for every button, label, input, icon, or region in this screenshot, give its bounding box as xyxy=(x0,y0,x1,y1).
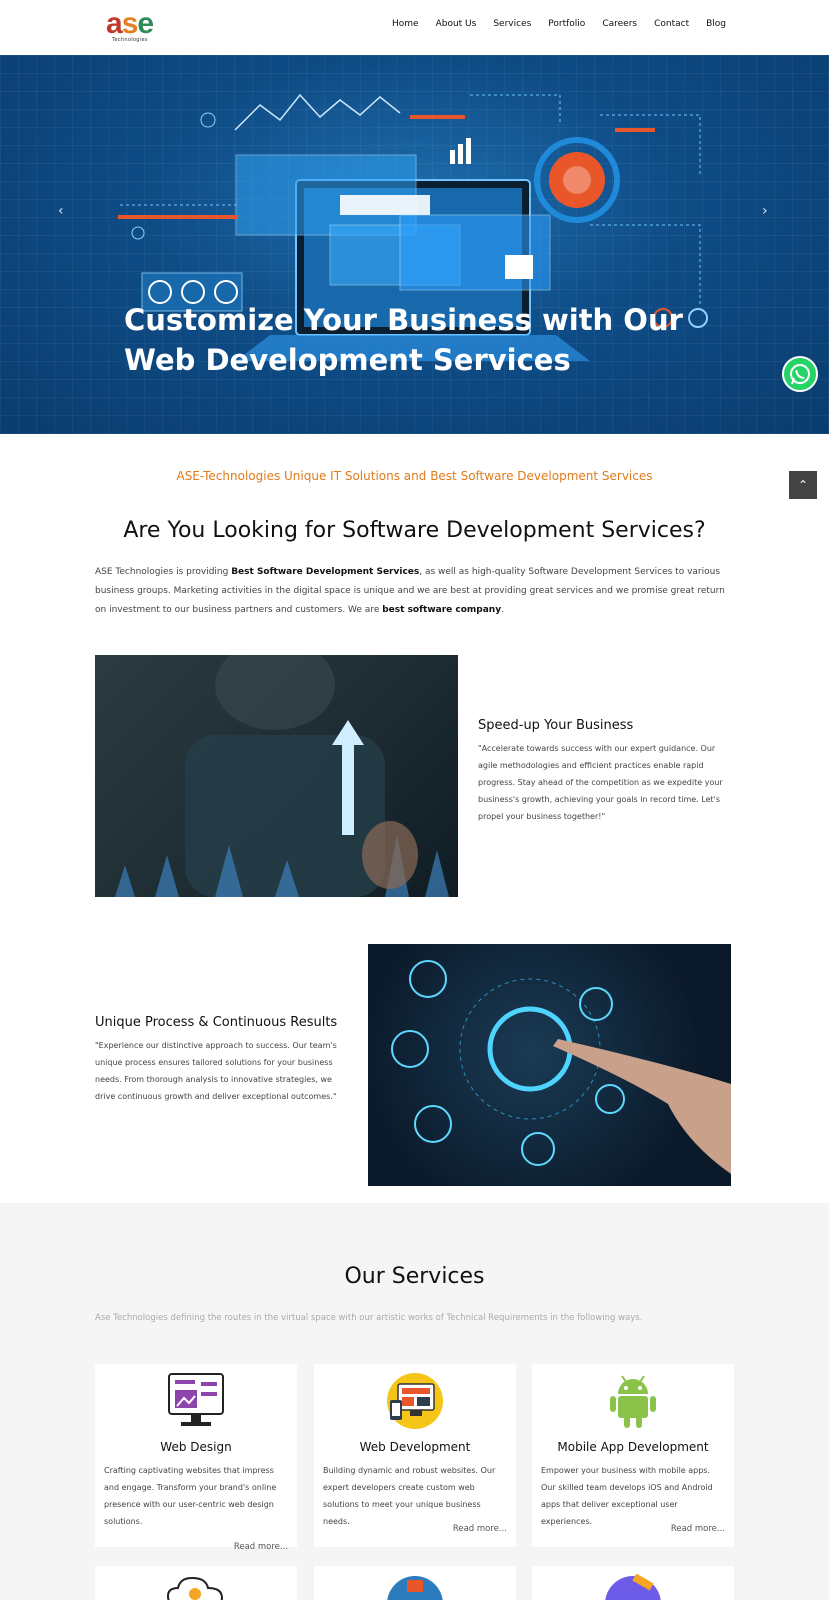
web-development-read-more[interactable]: Read more... xyxy=(453,1524,507,1534)
nav-about-us[interactable]: About Us xyxy=(436,19,477,29)
web-development-title: Web Development xyxy=(359,1440,471,1454)
main-menu: Home About Us Services Portfolio Careers… xyxy=(375,19,726,29)
hero-slider: ‹ › Customize Your Business with Our Web… xyxy=(0,55,829,434)
nav-contact[interactable]: Contact xyxy=(654,19,689,29)
cloud-user-icon xyxy=(166,1576,224,1600)
web-development-icon xyxy=(386,1372,444,1430)
monitor-design-icon xyxy=(167,1372,225,1430)
marketing-icon xyxy=(387,1576,443,1600)
web-design-title: Web Design xyxy=(160,1440,232,1454)
intro-kicker: ASE-Technologies Unique IT Solutions and… xyxy=(176,469,653,483)
design-pencil-icon xyxy=(605,1574,661,1600)
hero-prev-arrow[interactable]: ‹ xyxy=(58,203,64,219)
intro-text-1: ASE Technologies is providing xyxy=(95,567,232,577)
web-development-text: Building dynamic and robust websites. Ou… xyxy=(323,1466,496,1526)
services-subtitle: Ase Technologies defining the routes in … xyxy=(95,1313,643,1323)
intro-bold-1: Best Software Development Services xyxy=(231,567,420,577)
service-card-row2-1[interactable] xyxy=(95,1566,297,1600)
feature-speed-up-title: Speed-up Your Business xyxy=(478,718,634,733)
service-card-web-design[interactable]: Web Design Crafting captivating websites… xyxy=(95,1364,297,1552)
nav-careers[interactable]: Careers xyxy=(602,19,637,29)
nav-portfolio[interactable]: Portfolio xyxy=(548,19,585,29)
top-navbar: ase Technologies Home About Us Services … xyxy=(0,0,829,55)
hero-title-line2: Web Development Services xyxy=(124,343,571,377)
mobile-app-development-text: Empower your business with mobile apps. … xyxy=(541,1466,713,1526)
services-heading: Our Services xyxy=(344,1264,485,1289)
feature-speed-up-text: "Accelerate towards success with our exp… xyxy=(478,744,723,821)
service-card-mobile-app-development[interactable]: Mobile App Development Empower your busi… xyxy=(532,1364,734,1547)
logo-wordmark: ase xyxy=(106,7,154,40)
mobile-app-development-read-more[interactable]: Read more... xyxy=(671,1524,725,1534)
unique-process-image xyxy=(368,944,731,1186)
nav-services[interactable]: Services xyxy=(493,19,531,29)
intro-bold-2: best software company xyxy=(382,605,502,615)
speed-up-image xyxy=(95,655,458,897)
hero-title-line1: Customize Your Business with Our xyxy=(124,303,683,337)
feature-unique-process-text: "Experience our distinctive approach to … xyxy=(95,1041,337,1101)
whatsapp-icon[interactable] xyxy=(782,356,818,392)
hero-title: Customize Your Business with Our Web Dev… xyxy=(124,300,684,380)
intro-paragraph: ASE Technologies is providing Best Softw… xyxy=(95,563,730,620)
intro-text-3: . xyxy=(501,605,504,615)
android-icon xyxy=(604,1372,662,1430)
nav-home[interactable]: Home xyxy=(392,19,419,29)
logo-tagline: Technologies xyxy=(112,37,148,43)
feature-unique-process-title: Unique Process & Continuous Results xyxy=(95,1015,338,1030)
intro-heading: Are You Looking for Software Development… xyxy=(123,518,706,543)
service-card-row2-3[interactable] xyxy=(532,1566,734,1600)
web-design-read-more[interactable]: Read more... xyxy=(234,1542,288,1552)
hero-next-arrow[interactable]: › xyxy=(762,203,768,219)
web-design-text: Crafting captivating websites that impre… xyxy=(104,1466,277,1526)
service-card-row2-2[interactable] xyxy=(314,1566,516,1600)
mobile-app-development-title: Mobile App Development xyxy=(557,1440,709,1454)
logo[interactable]: ase Technologies xyxy=(106,7,162,44)
nav-blog[interactable]: Blog xyxy=(706,19,726,29)
service-card-web-development[interactable]: Web Development Building dynamic and rob… xyxy=(314,1364,516,1547)
